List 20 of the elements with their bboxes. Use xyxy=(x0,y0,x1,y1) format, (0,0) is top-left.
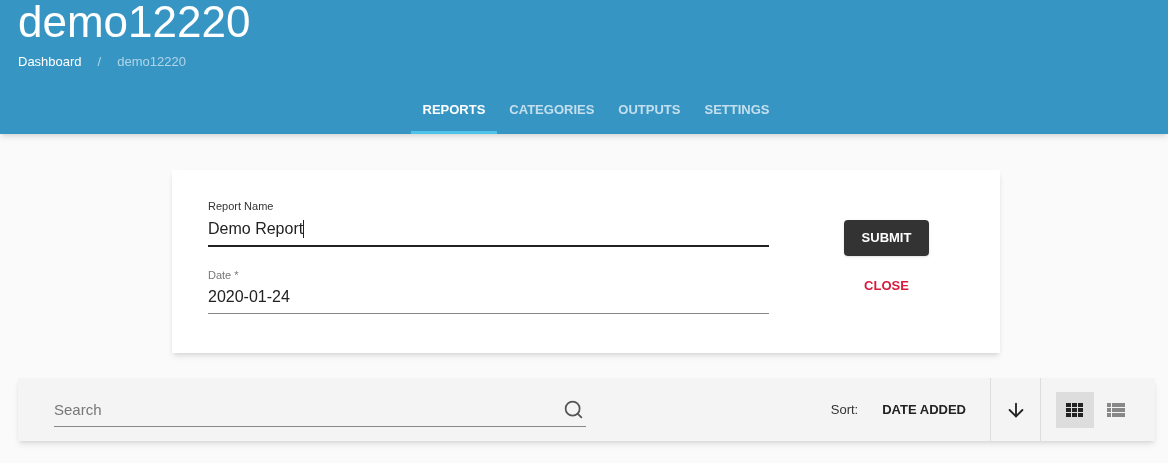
field-value: Demo Report xyxy=(208,218,306,241)
search-icon xyxy=(563,398,584,420)
sort-field-button[interactable]: DATE ADDED xyxy=(858,378,990,441)
page-title: demo12220 xyxy=(17,0,252,44)
breadcrumb-separator: / xyxy=(96,53,103,71)
sort-label: Sort: xyxy=(830,400,859,419)
close-button[interactable]: CLOSE xyxy=(848,268,925,304)
tab[interactable]: REPORTS xyxy=(410,88,498,134)
field-label: Report Name xyxy=(208,199,275,214)
breadcrumb-item[interactable]: Dashboard xyxy=(18,52,82,72)
search-input[interactable]: Search xyxy=(54,397,555,421)
field-value: 2020-01-24 xyxy=(208,287,291,307)
text-field[interactable]: Date * 2020-01-24 xyxy=(208,266,769,314)
field-label: Date * xyxy=(208,267,240,283)
breadcrumb-item: demo12220 xyxy=(117,53,186,71)
list-icon xyxy=(1107,402,1125,417)
text-field[interactable]: Report Name Demo Report xyxy=(208,198,769,247)
grid-view-button[interactable] xyxy=(1056,391,1094,428)
grid-icon xyxy=(1066,402,1084,417)
submit-button[interactable]: SUBMIT xyxy=(843,220,930,256)
